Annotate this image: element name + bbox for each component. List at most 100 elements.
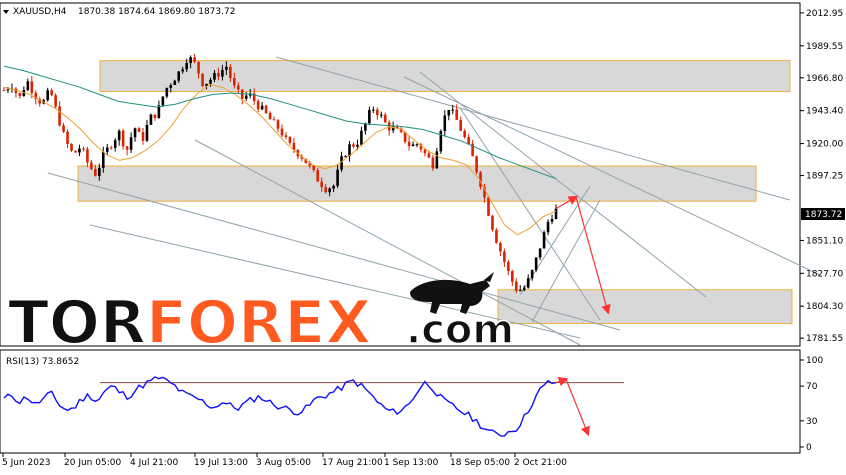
brand-forex: FOREX xyxy=(146,288,371,358)
price-tick-label: 1897.25 xyxy=(806,172,843,182)
rsi-tick-label: 0 xyxy=(806,443,812,453)
candle-body xyxy=(499,243,502,252)
time-tick-label: 1 Sep 13:00 xyxy=(384,458,439,468)
candle-body xyxy=(30,81,34,93)
candle-body xyxy=(46,90,49,101)
candle-body xyxy=(193,57,196,62)
candle-body xyxy=(443,115,447,131)
rsi-panel-frame xyxy=(0,349,801,454)
candle-body xyxy=(94,168,97,176)
ohlc-values: 1870.38 1874.64 1869.80 1873.72 xyxy=(78,7,235,17)
brand-suffix: .com xyxy=(406,307,514,353)
candle-body xyxy=(82,148,85,150)
candle-body xyxy=(487,197,490,216)
rsi-label: RSI(13) 73.8652 xyxy=(6,357,79,367)
candle-body xyxy=(280,128,284,136)
candle-body xyxy=(177,71,181,81)
candle-body xyxy=(312,165,316,171)
price-tick-label: 1989.55 xyxy=(806,42,843,52)
candle-body xyxy=(237,85,240,90)
time-axis: 5 Jun 2023 20 Jun 05:00 4 Jul 21:00 19 Jul … xyxy=(2,453,567,468)
price-tick-label: 1966.80 xyxy=(806,74,843,84)
candle-body xyxy=(54,95,57,107)
candle-body xyxy=(26,81,30,91)
candle-body xyxy=(360,130,363,145)
candle-body xyxy=(455,109,459,120)
price-tick-label: 1851.10 xyxy=(806,236,843,246)
time-tick-label: 17 Aug 21:00 xyxy=(322,458,383,468)
symbol-label: XAUUSD,H4 xyxy=(13,7,67,17)
rsi-tick-label: 100 xyxy=(806,356,823,366)
candle-body xyxy=(66,131,69,144)
candle-body xyxy=(225,66,228,70)
candle-body xyxy=(538,248,542,258)
candle-body xyxy=(165,87,169,97)
candle-body xyxy=(189,57,192,63)
candle-body xyxy=(276,120,280,129)
time-tick-label: 20 Jun 05:00 xyxy=(64,458,121,468)
candle-body xyxy=(514,281,518,291)
candle-body xyxy=(534,257,538,270)
candle-body xyxy=(145,124,149,141)
candle-body xyxy=(90,162,93,169)
candle-body xyxy=(546,221,550,233)
candle-body xyxy=(109,147,113,149)
candle-body xyxy=(467,137,470,144)
rsi-tick-label: 70 xyxy=(806,382,818,392)
candle-body xyxy=(256,101,260,110)
candle-body xyxy=(121,130,125,147)
candle-body xyxy=(101,151,105,168)
candle-body xyxy=(14,88,18,94)
candle-body xyxy=(105,147,109,152)
candle-body xyxy=(113,140,117,148)
candle-body xyxy=(272,119,276,121)
candle-body xyxy=(356,144,359,147)
candle-body xyxy=(554,208,558,220)
candle-body xyxy=(372,109,375,111)
candle-body xyxy=(530,269,534,279)
candle-body xyxy=(169,84,173,88)
candle-body xyxy=(383,114,387,123)
candle-body xyxy=(316,170,320,182)
candle-body xyxy=(379,114,383,116)
candle-body xyxy=(320,181,323,187)
candle-body xyxy=(201,73,204,87)
brand-tor: TOR xyxy=(8,288,146,358)
candle-body xyxy=(284,135,288,138)
price-tick-label: 1804.30 xyxy=(806,302,843,312)
candle-body xyxy=(542,232,546,249)
candle-body xyxy=(451,109,455,111)
candle-body xyxy=(495,229,498,244)
candle-body xyxy=(137,128,141,132)
candle-body xyxy=(324,186,327,193)
price-tick-label: 1781.55 xyxy=(806,334,843,344)
symbol-header: XAUUSD,H4 1870.38 1874.64 1869.80 1873.7… xyxy=(3,7,235,17)
candle-body xyxy=(78,148,81,153)
candle-body xyxy=(375,109,379,116)
candle-body xyxy=(6,89,10,91)
time-tick-label: 18 Sep 05:00 xyxy=(450,458,510,468)
candle-body xyxy=(435,151,439,169)
price-tick-label: 2012.95 xyxy=(806,9,843,19)
candle-body xyxy=(217,72,220,77)
candle-body xyxy=(62,125,65,132)
current-price-label: 1873.72 xyxy=(805,210,842,220)
candle-body xyxy=(550,219,554,222)
candle-body xyxy=(328,188,331,193)
candle-body xyxy=(491,215,494,230)
candle-body xyxy=(141,131,145,141)
candle-body xyxy=(260,105,264,110)
candle-body xyxy=(431,157,435,169)
support-zone-lower xyxy=(497,289,793,325)
candle-body xyxy=(70,143,73,151)
chart-svg: 2012.95 1989.55 1966.80 1943.40 1920.00 1897.… xyxy=(0,2,845,468)
candle-body xyxy=(86,149,89,163)
candle-body xyxy=(522,287,526,291)
time-tick-label: 2 Oct 21:00 xyxy=(514,458,567,468)
price-axis: 2012.95 1989.55 1966.80 1943.40 1920.00 1897.… xyxy=(800,9,843,344)
candle-body xyxy=(129,137,133,150)
time-tick-label: 5 Jun 2023 xyxy=(2,458,50,468)
candle-body xyxy=(511,271,514,282)
candle-body xyxy=(423,149,427,154)
candle-body xyxy=(518,290,522,292)
